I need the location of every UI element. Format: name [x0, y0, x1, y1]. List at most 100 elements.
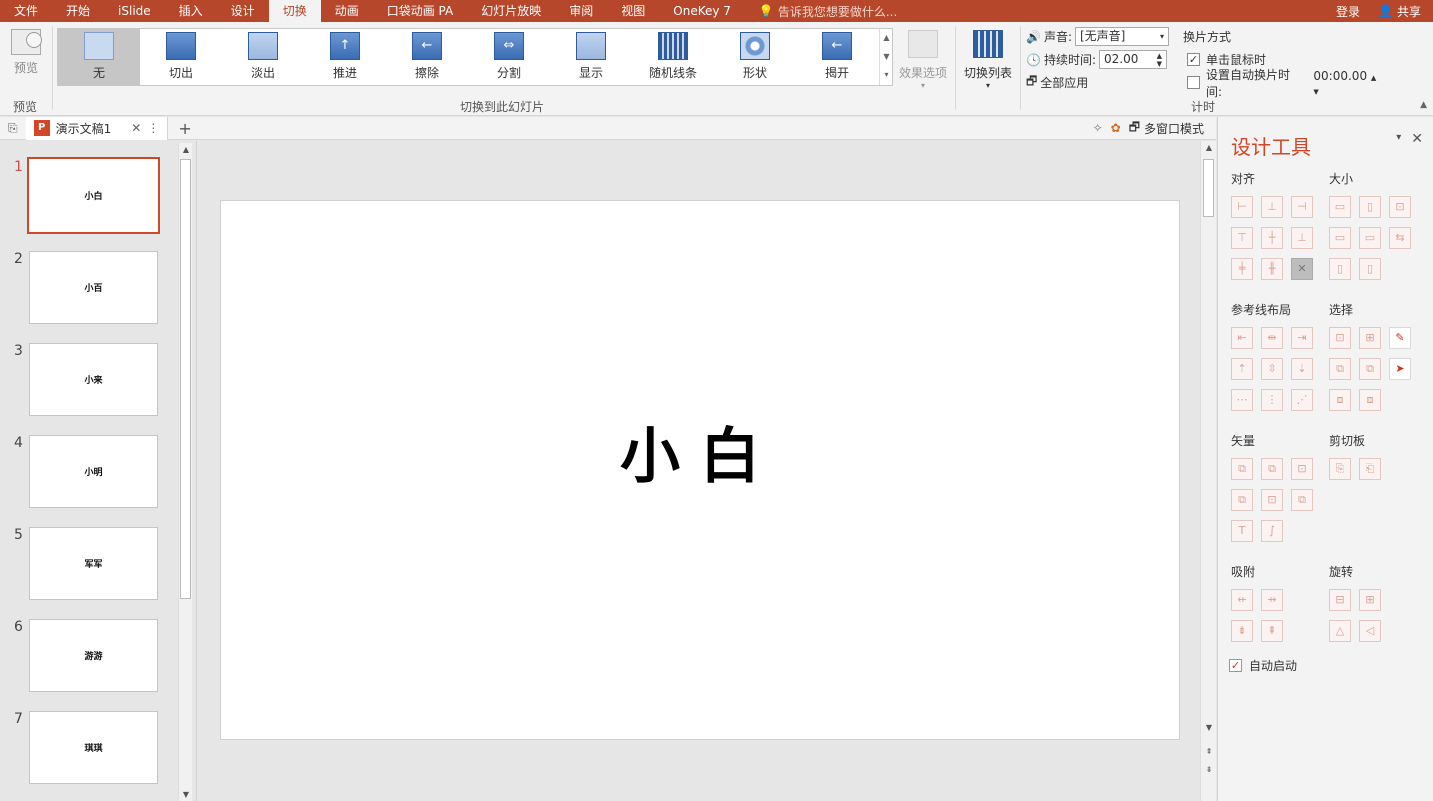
menu-tab[interactable]: OneKey 7	[659, 0, 745, 22]
transition-item[interactable]: ← 擦除	[386, 29, 468, 85]
gallery-scroll[interactable]: ▲ ▼ ▾	[879, 29, 893, 86]
snap-tool-button[interactable]: ⇞	[1261, 620, 1283, 642]
clipboard-tool-button[interactable]: ⎘	[1329, 458, 1351, 480]
auto-after-input[interactable]: 00:00.00 ▲ ▼	[1313, 69, 1383, 97]
scroll-handle[interactable]	[1203, 159, 1214, 217]
pin-icon[interactable]: ✧	[1093, 121, 1103, 135]
transition-item[interactable]: 淡出	[222, 29, 304, 85]
transition-item[interactable]: 形状	[714, 29, 796, 85]
menu-tab[interactable]: 动画	[321, 0, 373, 22]
duration-input[interactable]: 02.00 ▲ ▼	[1099, 50, 1167, 69]
guide-tool-button[interactable]: ⋮	[1261, 389, 1283, 411]
scroll-down-icon[interactable]: ▼	[179, 790, 193, 799]
slide-thumbnail-card[interactable]: 小来	[29, 343, 158, 416]
menu-tab[interactable]: iSlide	[104, 0, 165, 22]
transition-item[interactable]: 显示	[550, 29, 632, 85]
snap-tool-button[interactable]: ⇷	[1231, 589, 1253, 611]
select-tool-button[interactable]: ⊡	[1329, 327, 1351, 349]
slide-title-text[interactable]: 小白	[620, 408, 780, 495]
close-pane-icon[interactable]: ✕	[1411, 131, 1423, 147]
guide-tool-button[interactable]: ⋯	[1231, 389, 1253, 411]
vector-tool-button[interactable]: ⊡	[1291, 458, 1313, 480]
preview-button[interactable]: 预览	[6, 27, 46, 83]
menu-tab[interactable]: 插入	[165, 0, 217, 22]
slide-thumbnail[interactable]: 6 游游	[0, 619, 178, 711]
select-tool-button[interactable]: ✎	[1389, 327, 1411, 349]
multi-window-button[interactable]: 🗗 多窗口模式	[1129, 118, 1204, 139]
align-tool-button[interactable]: ⊤	[1231, 227, 1253, 249]
select-tool-button[interactable]: ⧉	[1359, 358, 1381, 380]
document-tab[interactable]: P 演示文稿1 ✕ ⋮	[25, 116, 169, 140]
slide-thumbnail-card[interactable]: 琪琪	[29, 711, 158, 784]
auto-start-toggle[interactable]: ✓ 自动启动	[1229, 657, 1297, 674]
menu-tab[interactable]: 开始	[52, 0, 104, 22]
vector-tool-button[interactable]: ⊡	[1261, 489, 1283, 511]
align-tool-button[interactable]: ⊢	[1231, 196, 1253, 218]
slide-thumbnail[interactable]: 4 小明	[0, 435, 178, 527]
size-tool-button[interactable]: ▭	[1329, 196, 1351, 218]
menu-tab[interactable]: 切换	[268, 0, 321, 22]
size-tool-button[interactable]: ▯	[1359, 258, 1381, 280]
vector-tool-button[interactable]: ⧉	[1261, 458, 1283, 480]
chevron-up-icon[interactable]: ▲	[879, 29, 893, 48]
guide-tool-button[interactable]: ⇹	[1261, 327, 1283, 349]
slide-thumbnail[interactable]: 7 琪琪	[0, 711, 178, 801]
clipboard-tool-button[interactable]: ⎗	[1359, 458, 1381, 480]
size-tool-button[interactable]: ▭	[1359, 227, 1381, 249]
thumbnail-scrollbar[interactable]: ▲ ▼	[178, 143, 192, 801]
on-click-checkbox[interactable]: ✓	[1187, 53, 1200, 66]
guide-tool-button[interactable]: ⇣	[1291, 358, 1313, 380]
vector-tool-button[interactable]: ⧉	[1231, 489, 1253, 511]
chevron-down-icon[interactable]: ▼	[879, 47, 893, 67]
size-tool-button[interactable]: ⊡	[1389, 196, 1411, 218]
align-tool-button[interactable]: ┼	[1261, 227, 1283, 249]
vector-tool-button[interactable]: ∫	[1261, 520, 1283, 542]
menu-tab[interactable]: 幻灯片放映	[467, 0, 555, 22]
pane-options-icon[interactable]: ▾	[1396, 131, 1401, 147]
spinner-icon[interactable]: ▲ ▼	[1157, 52, 1162, 68]
auto-after-checkbox[interactable]	[1187, 76, 1200, 89]
vector-tool-button[interactable]: ⧉	[1231, 458, 1253, 480]
transition-item[interactable]: ← 揭开	[796, 29, 878, 85]
scroll-handle[interactable]	[180, 159, 191, 599]
align-tool-button[interactable]: ✕	[1291, 258, 1313, 280]
previous-slide-icon[interactable]: ⇞	[1201, 747, 1217, 756]
slide-thumbnail-card[interactable]: 游游	[29, 619, 158, 692]
next-slide-icon[interactable]: ⇟	[1201, 765, 1217, 774]
auto-start-checkbox[interactable]: ✓	[1229, 659, 1242, 672]
more-icon[interactable]: ⋮	[147, 121, 159, 135]
rotate-tool-button[interactable]: ⊞	[1359, 589, 1381, 611]
transition-item[interactable]: ↑ 推进	[304, 29, 386, 85]
slide-thumbnail[interactable]: 1 小白	[0, 157, 178, 251]
slide-thumbnail-card[interactable]: 小白	[27, 157, 160, 234]
menu-tab[interactable]: 审阅	[555, 0, 607, 22]
transition-item[interactable]: ⇔ 分割	[468, 29, 550, 85]
transition-item[interactable]: 无	[58, 29, 140, 85]
slide-thumbnail[interactable]: 2 小百	[0, 251, 178, 343]
scroll-down-icon[interactable]: ▼	[1201, 723, 1217, 732]
add-tab-button[interactable]: +	[168, 119, 201, 138]
new-window-icon[interactable]: ⎘	[0, 121, 26, 136]
menu-tab[interactable]: 口袋动画 PA	[373, 0, 468, 22]
snap-tool-button[interactable]: ⇟	[1231, 620, 1253, 642]
login-link[interactable]: 登录	[1336, 3, 1360, 20]
scroll-up-icon[interactable]: ▲	[1201, 143, 1217, 152]
transition-item[interactable]: 切出	[140, 29, 222, 85]
guide-tool-button[interactable]: ⇥	[1291, 327, 1313, 349]
select-tool-button[interactable]: ⊞	[1359, 327, 1381, 349]
guide-tool-button[interactable]: ⇤	[1231, 327, 1253, 349]
select-tool-button[interactable]: ⧈	[1329, 389, 1351, 411]
guide-tool-button[interactable]: ⇡	[1231, 358, 1253, 380]
align-tool-button[interactable]: ⊣	[1291, 196, 1313, 218]
tell-me-box[interactable]: 💡 告诉我您想要做什么...	[745, 3, 897, 20]
effect-options-button[interactable]: 效果选项 ▾	[897, 28, 949, 90]
sound-select[interactable]: [无声音] ▾	[1075, 27, 1169, 46]
guide-tool-button[interactable]: ⋰	[1291, 389, 1313, 411]
scroll-up-icon[interactable]: ▲	[179, 145, 193, 154]
select-tool-button[interactable]: ⧉	[1329, 358, 1351, 380]
rotate-tool-button[interactable]: △	[1329, 620, 1351, 642]
expand-gallery-icon[interactable]: ▾	[879, 66, 893, 86]
align-tool-button[interactable]: ⊥	[1261, 196, 1283, 218]
apply-all-button[interactable]: 🗗 全部应用	[1026, 71, 1176, 94]
menu-tab[interactable]: 视图	[607, 0, 659, 22]
